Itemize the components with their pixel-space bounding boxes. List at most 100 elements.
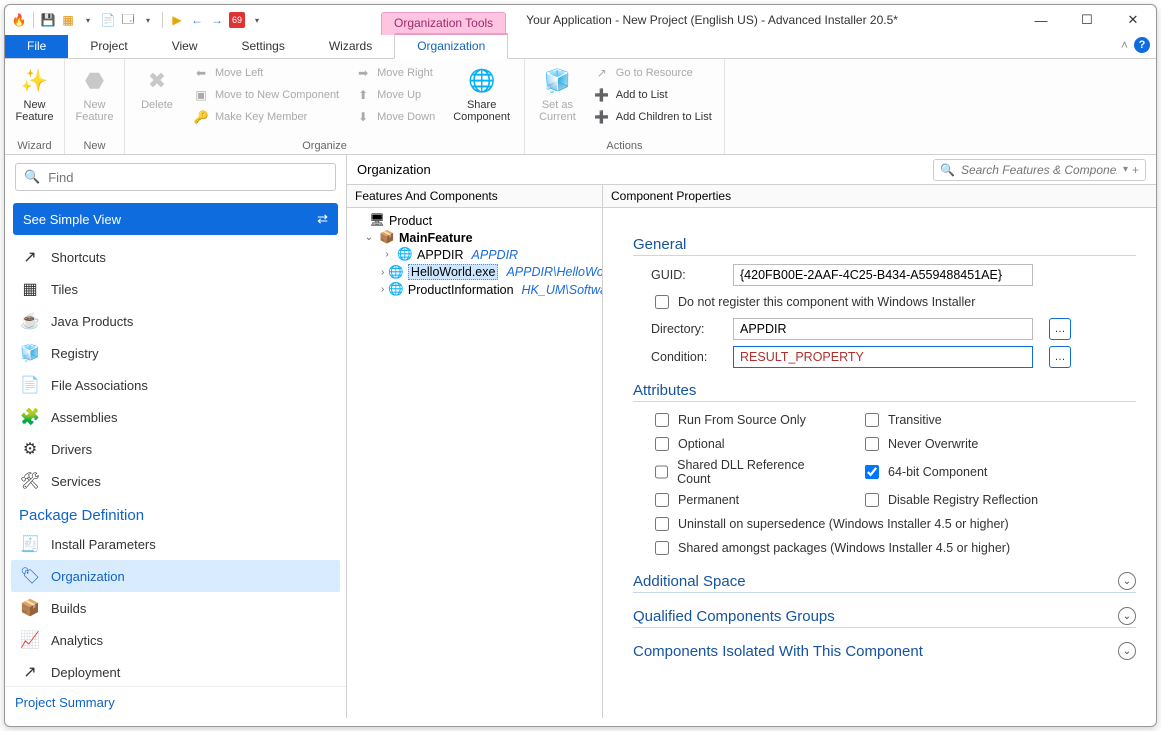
- features-tree[interactable]: 🖥Product ⌄📦MainFeature ›🌐APPDIRAPPDIR ›🌐…: [347, 208, 602, 718]
- nav-deployment[interactable]: ↗Deployment: [11, 656, 340, 686]
- add-children-to-list-button[interactable]: ➕Add Children to List: [590, 107, 716, 127]
- go-to-resource-button: ↗Go to Resource: [590, 63, 716, 83]
- list-children-icon: ➕: [594, 109, 610, 125]
- arrow-left-icon: ⬅: [193, 65, 209, 81]
- nav-shortcuts[interactable]: ↗Shortcuts: [11, 241, 340, 273]
- make-key-member-button: 🔑Make Key Member: [189, 107, 343, 127]
- list-add-icon: ➕: [594, 87, 610, 103]
- expand-icon[interactable]: ›: [381, 249, 393, 260]
- menu-organization[interactable]: Organization: [394, 33, 508, 59]
- dropdown2-icon[interactable]: ▾: [140, 12, 156, 28]
- chk-run-from-source[interactable]: Run From Source Only: [651, 410, 831, 430]
- search-features-input[interactable]: [959, 162, 1119, 178]
- play-icon[interactable]: ▶: [169, 12, 185, 28]
- forward-icon[interactable]: →: [209, 12, 225, 28]
- share-component-button[interactable]: 🌐 Share Component: [447, 63, 516, 127]
- nav-java[interactable]: ☕Java Products: [11, 305, 340, 337]
- app-window: 🔥 💾 ▦ ▾ 📄 🗔 ▾ ▶ ← → 69 ▾ Organization To…: [4, 4, 1157, 727]
- tree-helloworld[interactable]: ›🌐HelloWorld.exeAPPDIR\HelloWorld.: [351, 263, 598, 281]
- find-input[interactable]: [46, 169, 327, 186]
- chk-64bit[interactable]: 64-bit Component: [861, 458, 1061, 486]
- nav-drivers[interactable]: ⚙Drivers: [11, 433, 340, 465]
- menu-bar: File Project View Settings Wizards Organ…: [5, 35, 1156, 59]
- plus-icon[interactable]: +: [1132, 163, 1139, 177]
- checkbox-no-register[interactable]: Do not register this component with Wind…: [651, 292, 1136, 312]
- input-directory[interactable]: [733, 318, 1033, 340]
- chk-uninstall-supersedence[interactable]: Uninstall on supersedence (Windows Insta…: [651, 514, 1136, 534]
- nav-assemblies[interactable]: 🧩Assemblies: [11, 401, 340, 433]
- condition-browse-button[interactable]: …: [1049, 346, 1071, 368]
- label-directory: Directory:: [651, 322, 721, 336]
- project-summary-link[interactable]: Project Summary: [5, 686, 346, 718]
- component-icon: ▣: [193, 87, 209, 103]
- input-condition[interactable]: [733, 346, 1033, 368]
- share-globe-icon: 🌐: [466, 65, 498, 97]
- nav-file-associations[interactable]: 📄File Associations: [11, 369, 340, 401]
- move-up-button: ⬆Move Up: [351, 85, 439, 105]
- tree-appdir[interactable]: ›🌐APPDIRAPPDIR: [351, 246, 598, 263]
- context-tab-organization-tools[interactable]: Organization Tools: [381, 12, 506, 35]
- minimize-button[interactable]: ―: [1018, 6, 1064, 34]
- new-feature-wizard-button[interactable]: ✨ New Feature: [10, 63, 60, 125]
- tree-productinfo[interactable]: ›🌐ProductInformationHK_UM\Softwar: [351, 281, 598, 298]
- nav-tiles[interactable]: ▦Tiles: [11, 273, 340, 305]
- menu-project[interactable]: Project: [68, 35, 149, 58]
- chevron-down-icon[interactable]: ⌄: [1118, 607, 1136, 625]
- nav-analytics[interactable]: 📈Analytics: [11, 624, 340, 656]
- chk-permanent[interactable]: Permanent: [651, 490, 831, 510]
- build-icon[interactable]: ▦: [60, 12, 76, 28]
- menu-file[interactable]: File: [5, 35, 68, 58]
- chk-transitive[interactable]: Transitive: [861, 410, 1061, 430]
- section-qualified-components[interactable]: Qualified Components Groups⌄: [633, 607, 1136, 628]
- nav-organization[interactable]: 🏷Organization: [11, 560, 340, 592]
- new-feature-button: ⬣ New Feature: [70, 63, 120, 125]
- menu-view[interactable]: View: [150, 35, 220, 58]
- find-box[interactable]: 🔍: [15, 163, 336, 191]
- menu-settings[interactable]: Settings: [220, 35, 307, 58]
- nav-install-parameters[interactable]: 🧾Install Parameters: [11, 528, 340, 560]
- close-button[interactable]: ✕: [1110, 6, 1156, 34]
- chk-shared-amongst-packages[interactable]: Shared amongst packages (Windows Install…: [651, 538, 1136, 558]
- nav-builds[interactable]: 📦Builds: [11, 592, 340, 624]
- see-simple-view-button[interactable]: See Simple View ⇄: [13, 203, 338, 235]
- add-to-list-button[interactable]: ➕Add to List: [590, 85, 716, 105]
- nav-registry[interactable]: 🧊Registry: [11, 337, 340, 369]
- expand-icon[interactable]: ›: [381, 284, 384, 295]
- chevron-down-icon[interactable]: ⌄: [1118, 572, 1136, 590]
- key-icon: 🔑: [193, 109, 209, 125]
- wand-star-icon: ✨: [19, 65, 51, 97]
- maximize-button[interactable]: ☐: [1064, 6, 1110, 34]
- chk-disable-registry-reflection[interactable]: Disable Registry Reflection: [861, 490, 1061, 510]
- tiles-icon: ▦: [19, 279, 41, 299]
- chevron-down-icon[interactable]: ▾: [1123, 164, 1128, 175]
- tree-product[interactable]: 🖥Product: [351, 212, 598, 229]
- chk-shared-dll[interactable]: Shared DLL Reference Count: [651, 458, 831, 486]
- menu-wizards[interactable]: Wizards: [307, 35, 394, 58]
- dropdown-icon[interactable]: ▾: [80, 12, 96, 28]
- globe-icon: 🌐: [388, 282, 404, 297]
- expand-icon[interactable]: ›: [381, 267, 384, 278]
- directory-browse-button[interactable]: …: [1049, 318, 1071, 340]
- options-icon[interactable]: 🗔: [120, 12, 136, 28]
- input-guid[interactable]: [733, 264, 1033, 286]
- search-features-box[interactable]: 🔍 ▾ +: [933, 159, 1146, 181]
- section-additional-space[interactable]: Additional Space⌄: [633, 572, 1136, 593]
- run-icon[interactable]: 📄: [100, 12, 116, 28]
- group-label-actions: Actions: [606, 138, 642, 152]
- badge-icon[interactable]: 69: [229, 12, 245, 28]
- chevron-down-icon[interactable]: ⌄: [1118, 642, 1136, 660]
- tree-pane: Features And Components 🖥Product ⌄📦MainF…: [347, 185, 603, 718]
- section-general: General: [633, 236, 1136, 256]
- back-icon[interactable]: ←: [189, 12, 205, 28]
- chk-optional[interactable]: Optional: [651, 434, 831, 454]
- section-isolated-components[interactable]: Components Isolated With This Component⌄: [633, 642, 1136, 662]
- collapse-ribbon-icon[interactable]: ˄: [1121, 38, 1128, 52]
- window-title: Your Application - New Project (English …: [506, 13, 1018, 27]
- nav-services[interactable]: 🛠Services: [11, 465, 340, 497]
- collapse-icon[interactable]: ⌄: [363, 232, 375, 243]
- chk-never-overwrite[interactable]: Never Overwrite: [861, 434, 1061, 454]
- help-icon[interactable]: ?: [1134, 37, 1150, 53]
- save-icon[interactable]: 💾: [40, 12, 56, 28]
- tree-mainfeature[interactable]: ⌄📦MainFeature: [351, 229, 598, 246]
- qat-more-icon[interactable]: ▾: [249, 12, 265, 28]
